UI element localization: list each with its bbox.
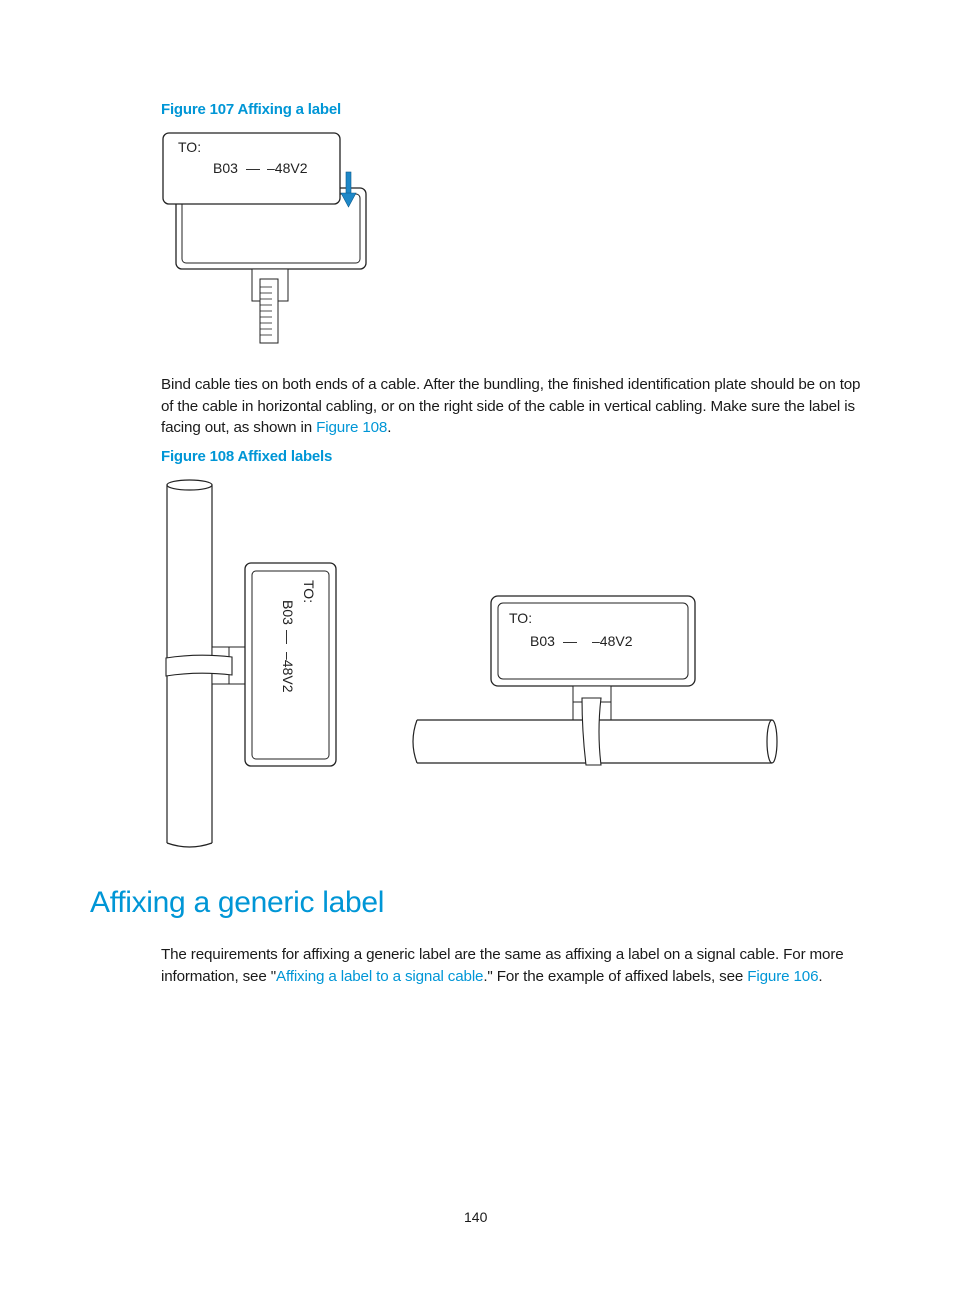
figure-107-diagram: TO: B03 — –48V2 [162, 132, 367, 344]
cable-tie-strap [259, 278, 279, 344]
label-dest-text: –48V2 [267, 160, 308, 176]
horizontal-label-dash-text: — [563, 633, 577, 649]
paragraph-text: Bind cable ties on both ends of a cable.… [161, 376, 861, 436]
label-source-text: B03 [213, 160, 238, 176]
figure-108-vertical-diagram: TO: B03 — –48V2 [165, 479, 337, 848]
page-number: 140 [464, 1209, 488, 1225]
section-heading: Affixing a generic label [90, 886, 385, 919]
vertical-cable-tie [165, 654, 233, 677]
figure-108-caption: Figure 108 Affixed labels [161, 448, 333, 465]
body-paragraph: Bind cable ties on both ends of a cable.… [161, 374, 866, 439]
horizontal-label-source-text: B03 [530, 633, 555, 649]
vertical-label-to-text: TO: [301, 580, 317, 603]
paragraph-text-end: . [387, 419, 392, 436]
vertical-label-source-text: B03 [280, 600, 296, 625]
figure-106-link[interactable]: Figure 106 [747, 968, 818, 985]
label-to-text: TO: [178, 139, 201, 155]
section-text-3: . [818, 967, 823, 985]
section-text-2: ." For the example of affixed labels, se… [483, 967, 748, 985]
label-dash-text: — [246, 160, 260, 176]
horizontal-cable-tie [581, 697, 602, 766]
horizontal-label-dest-text: –48V2 [592, 633, 633, 649]
section-paragraph: The requirements for affixing a generic … [161, 944, 871, 987]
vertical-label-dest-text: –48V2 [280, 652, 296, 693]
figure-107-caption: Figure 107 Affixing a label [161, 101, 341, 118]
figure-108-horizontal-diagram: TO: B03 — –48V2 [412, 595, 778, 766]
figure-108-link[interactable]: Figure 108 [316, 419, 387, 436]
horizontal-label-to-text: TO: [509, 610, 532, 626]
signal-cable-label-link[interactable]: Affixing a label to a signal cable [276, 968, 484, 985]
vertical-label-dash-text: — [280, 630, 296, 644]
